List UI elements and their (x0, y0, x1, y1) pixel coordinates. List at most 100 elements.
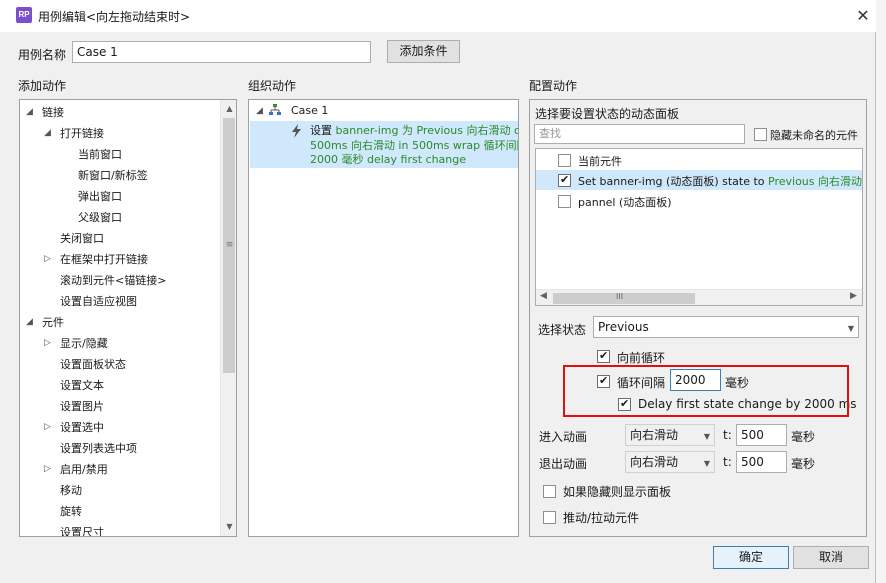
action-tree-item[interactable]: 链接 (42, 102, 64, 123)
banner-img-label[interactable]: Set banner-img (动态面板) state to Previous … (578, 173, 862, 189)
enter-t-label: t: (723, 428, 732, 442)
axure-app-icon: RP (16, 7, 32, 23)
organize-panel: ◢ Case 1 设置 banner-img 为 Previous 向右滑动 o… (248, 99, 519, 537)
current-widget-label[interactable]: 当前元件 (578, 153, 622, 169)
pannel-label[interactable]: pannel (动态面板) (578, 194, 672, 210)
action-tree-item[interactable]: 打开链接 (60, 123, 104, 144)
tree-expanded-arrow-icon[interactable]: ◢ (26, 317, 33, 327)
action-prefix: 设置 (310, 124, 336, 137)
wrap-forward-label: 向前循环 (617, 351, 666, 365)
select-state-label: 选择状态 (538, 323, 587, 337)
push-pull-label: 推动/拉动元件 (563, 511, 640, 525)
scroll-right-arrow-icon[interactable]: ▶ (850, 291, 857, 301)
current-widget-checkbox[interactable] (558, 154, 571, 167)
enter-anim-dropdown[interactable]: 向右滑动 ▼ (625, 424, 715, 446)
highlight-annotation-box (563, 365, 849, 417)
window-title: 用例编辑<向左拖动结束时> (38, 10, 191, 24)
action-tree-item[interactable]: 设置尺寸 (60, 522, 104, 536)
configure-actions-heading: 配置动作 (529, 79, 578, 93)
action-line-2: 500ms 向右滑动 in 500ms wrap 循环间隔 (310, 138, 519, 152)
search-input[interactable]: 查找 (534, 124, 745, 144)
banner-img-checkbox[interactable] (558, 173, 571, 187)
tree-collapsed-arrow-icon[interactable]: ▷ (44, 338, 51, 348)
action-tree-scrollbar[interactable]: ▲ ≡ ▼ (220, 100, 236, 536)
scroll-grip-icon: ≡ (225, 240, 234, 250)
tree-collapsed-arrow-icon[interactable]: ▷ (44, 422, 51, 432)
exit-anim-label: 退出动画 (539, 457, 588, 471)
case-name-label: 用例名称 (18, 48, 67, 62)
enter-t-input[interactable]: 500 (736, 424, 787, 446)
action-tree-item[interactable]: 在框架中打开链接 (60, 249, 148, 270)
wrap-forward-checkbox[interactable] (597, 349, 610, 363)
action-tree-item[interactable]: 新窗口/新标签 (78, 165, 148, 186)
case-name-input[interactable]: Case 1 (72, 41, 371, 63)
tree-collapsed-arrow-icon[interactable]: ▷ (44, 464, 51, 474)
organize-actions-heading: 组织动作 (248, 79, 297, 93)
hide-unnamed-checkbox[interactable] (754, 128, 767, 141)
action-tree-item[interactable]: 父级窗口 (78, 207, 122, 228)
exit-anim-dropdown[interactable]: 向右滑动 ▼ (625, 451, 715, 473)
action-tree-item[interactable]: 弹出窗口 (78, 186, 122, 207)
exit-t-label: t: (723, 455, 732, 469)
action-tree-item[interactable]: 设置选中 (60, 417, 104, 438)
panel-select-label: 选择要设置状态的动态面板 (535, 107, 680, 121)
chevron-down-icon: ▼ (703, 459, 710, 468)
action-tree-item[interactable]: 设置图片 (60, 396, 104, 417)
chevron-down-icon: ▼ (703, 432, 710, 441)
action-tree-item[interactable]: 旋转 (60, 501, 82, 522)
action-tree-item[interactable]: 启用/禁用 (60, 459, 108, 480)
chevron-down-icon: ▼ (847, 324, 854, 333)
hide-unnamed-label: 隐藏未命名的元件 (770, 129, 858, 142)
enter-anim-value: 向右滑动 (630, 428, 679, 442)
action-tree-item[interactable]: 设置文本 (60, 375, 104, 396)
scroll-up-arrow-icon[interactable]: ▲ (221, 104, 236, 113)
action-tree-item[interactable]: 当前窗口 (78, 144, 122, 165)
enter-anim-label: 进入动画 (539, 430, 588, 444)
banner-img-prefix: Set banner-img (动态面板) state to (578, 175, 769, 188)
case-label[interactable]: Case 1 (291, 104, 328, 117)
action-description[interactable]: 设置 banner-img 为 Previous 向右滑动 out 500ms … (310, 124, 519, 168)
exit-unit: 毫秒 (791, 457, 816, 471)
tree-expanded-arrow-icon[interactable]: ◢ (26, 107, 33, 117)
hscroll-thumb[interactable] (553, 293, 695, 304)
action-line-1: banner-img 为 Previous 向右滑动 out (335, 124, 519, 137)
exit-anim-value: 向右滑动 (630, 455, 679, 469)
action-line-3: 2000 毫秒 delay first change (310, 153, 467, 166)
show-if-hidden-label: 如果隐藏则显示面板 (563, 485, 672, 499)
action-tree-item[interactable]: 设置面板状态 (60, 354, 126, 375)
close-icon[interactable]: ✕ (852, 5, 874, 27)
push-pull-checkbox[interactable] (543, 511, 556, 524)
tree-expanded-arrow-icon[interactable]: ◢ (44, 128, 51, 138)
add-actions-heading: 添加动作 (18, 79, 67, 93)
action-tree-item[interactable]: 滚动到元件<锚链接> (60, 270, 166, 291)
tree-collapsed-arrow-icon[interactable]: ▷ (44, 254, 51, 264)
action-tree-item[interactable]: 关闭窗口 (60, 228, 104, 249)
action-tree-item[interactable]: 设置列表选中项 (60, 438, 137, 459)
widget-list: 当前元件 Set banner-img (动态面板) state to Prev… (535, 148, 863, 306)
configure-panel: 选择要设置状态的动态面板 查找 隐藏未命名的元件 当前元件 Set banner… (529, 99, 867, 537)
enter-unit: 毫秒 (791, 430, 816, 444)
case-editor-dialog: RP 用例编辑<向左拖动结束时> ✕ 用例名称 Case 1 添加条件 添加动作… (0, 0, 876, 583)
scroll-down-arrow-icon[interactable]: ▼ (221, 522, 236, 531)
case-tree-icon (269, 104, 281, 116)
cancel-button[interactable]: 取消 (793, 546, 869, 569)
show-if-hidden-checkbox[interactable] (543, 485, 556, 498)
collapse-arrow-icon[interactable]: ◢ (256, 106, 263, 116)
select-state-dropdown[interactable]: Previous ▼ (593, 316, 859, 338)
lightning-icon (290, 124, 302, 138)
ok-button[interactable]: 确定 (713, 546, 789, 569)
add-condition-button[interactable]: 添加条件 (387, 40, 460, 63)
select-state-value: Previous (598, 320, 649, 334)
action-tree-item[interactable]: 显示/隐藏 (60, 333, 108, 354)
action-tree-item[interactable]: 元件 (42, 312, 64, 333)
action-tree-item[interactable]: 移动 (60, 480, 82, 501)
banner-img-state: Previous 向右滑动 out 5 (768, 175, 862, 188)
title-bar: RP 用例编辑<向左拖动结束时> ✕ (0, 0, 876, 32)
action-tree-panel: ◢ 链接 ◢ 打开链接 当前窗口 新窗口/新标签 弹出窗口 父级窗口 关闭窗口 ▷ 在框架中打开链接… (19, 99, 237, 537)
widget-list-hscrollbar[interactable]: ◀ III ▶ (536, 289, 862, 305)
action-tree-item[interactable]: 设置自适应视图 (60, 291, 137, 312)
scroll-left-arrow-icon[interactable]: ◀ (540, 291, 547, 301)
pannel-checkbox[interactable] (558, 195, 571, 208)
exit-t-input[interactable]: 500 (736, 451, 787, 473)
background-window-strip (876, 0, 886, 583)
